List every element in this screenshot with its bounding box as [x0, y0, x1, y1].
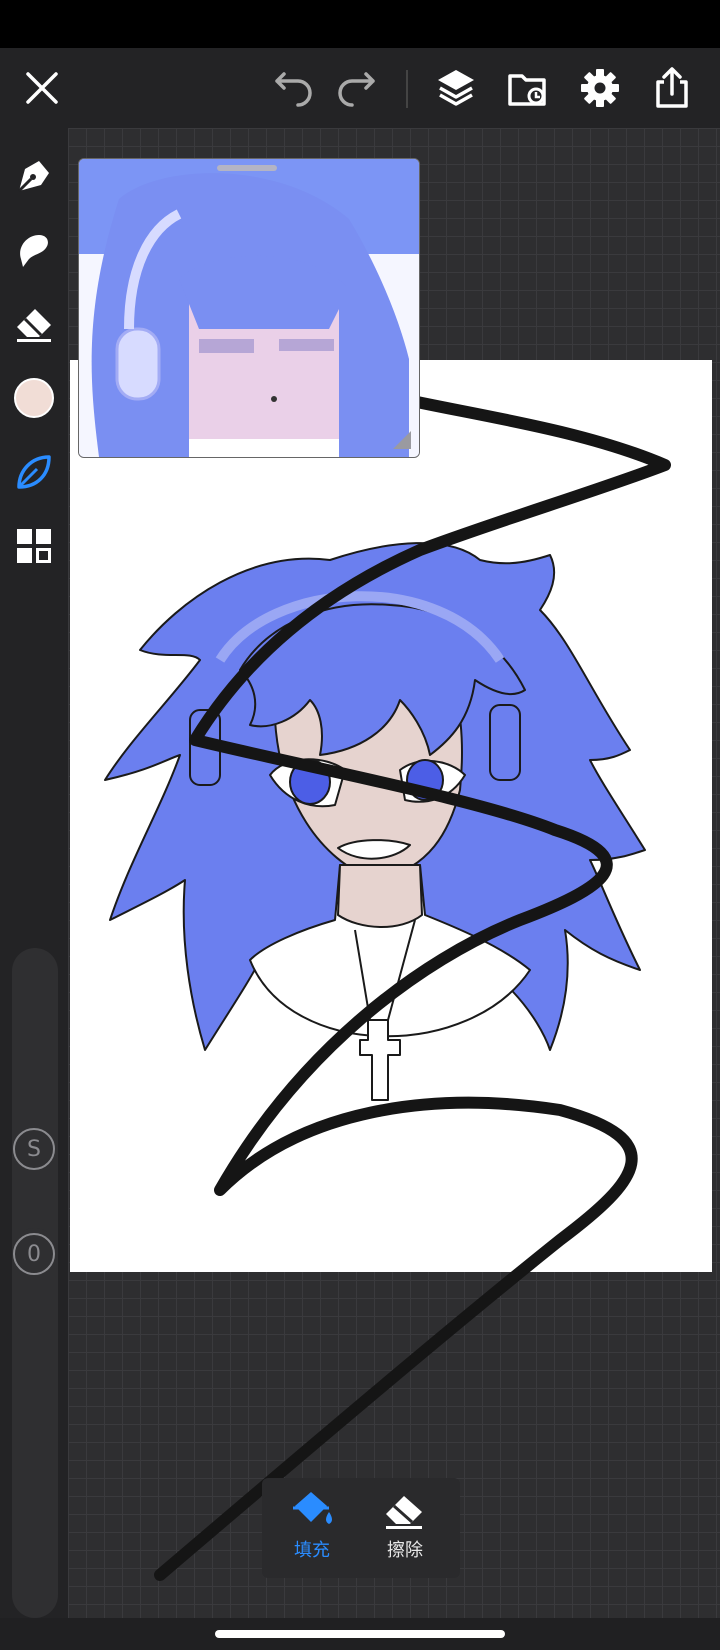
brush-size-knob[interactable]: S — [13, 1128, 55, 1170]
opacity-knob[interactable]: 0 — [13, 1233, 55, 1275]
opacity-slider[interactable] — [12, 1228, 58, 1618]
smudge-icon — [20, 235, 48, 267]
reference-drag-handle[interactable] — [217, 165, 277, 171]
smudge-tool[interactable] — [8, 224, 60, 276]
resize-handle-icon[interactable] — [389, 427, 415, 453]
fill-button[interactable]: 填充 — [277, 1488, 347, 1572]
left-sidebar: S 0 — [0, 128, 68, 1618]
reference-image — [79, 159, 419, 457]
eraser-icon — [386, 1496, 422, 1529]
materials-tool[interactable] — [8, 520, 60, 572]
brush-tool[interactable] — [8, 446, 60, 498]
color-picker[interactable] — [8, 372, 60, 424]
brush-size-label: S — [27, 1136, 41, 1162]
home-indicator[interactable] — [215, 1630, 505, 1638]
erase-label: 擦除 — [387, 1540, 423, 1561]
pen-tool[interactable] — [8, 150, 60, 202]
erase-button[interactable]: 擦除 — [370, 1488, 440, 1572]
brush-icon — [17, 455, 51, 489]
paint-bucket-icon — [293, 1492, 332, 1524]
reference-window[interactable] — [78, 158, 420, 458]
pen-icon — [17, 161, 49, 193]
eraser-tool[interactable] — [8, 298, 60, 350]
color-swatch — [14, 378, 54, 418]
eraser-icon — [17, 309, 51, 342]
opacity-label: 0 — [27, 1241, 41, 1267]
bottom-tool-panel: 填充 擦除 — [262, 1478, 460, 1578]
grid-icon — [17, 529, 51, 563]
fill-label: 填充 — [294, 1540, 330, 1561]
